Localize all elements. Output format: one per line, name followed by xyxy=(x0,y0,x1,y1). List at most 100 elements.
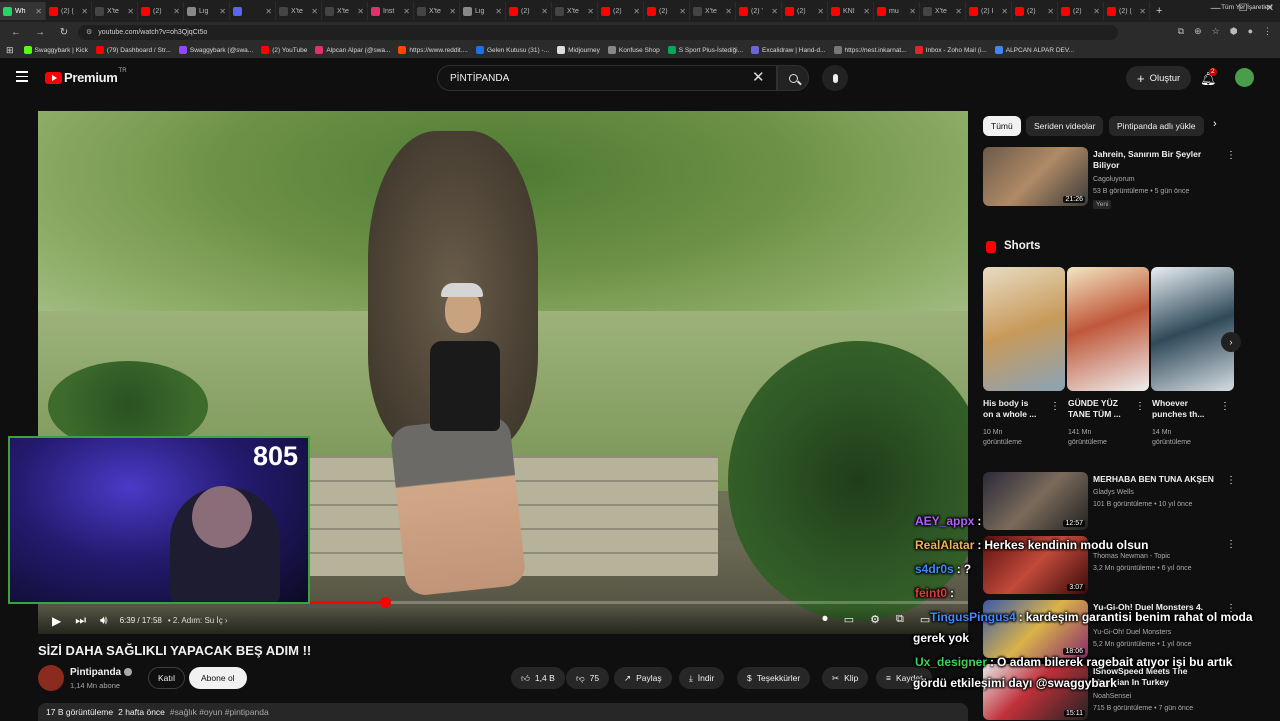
search-button[interactable] xyxy=(777,65,809,91)
bookmark-item[interactable]: S Sport Plus-İstediği... xyxy=(667,46,743,54)
bookmark-item[interactable]: ALPCAN ALPAR DEV... xyxy=(994,46,1074,54)
tab-close-icon[interactable]: ✕ xyxy=(311,7,318,16)
browser-tab[interactable]: X'te ✕ xyxy=(552,2,598,20)
account-avatar[interactable] xyxy=(1235,68,1254,87)
minimize-icon[interactable]: — xyxy=(1211,3,1221,14)
download-button[interactable]: ⤓ İndir xyxy=(679,667,725,689)
browser-tab[interactable]: ✕ xyxy=(230,2,276,20)
bookmark-item[interactable]: Midjourney xyxy=(557,46,600,54)
short-title-2[interactable]: GÜNDE YÜZ TANE TÜM ... xyxy=(1068,398,1121,420)
bookmark-star-icon[interactable]: ☆ xyxy=(1212,26,1220,37)
hamburger-menu-icon[interactable] xyxy=(16,71,28,83)
browser-tab[interactable]: (2) ✕ xyxy=(644,2,690,20)
browser-tab[interactable]: (2) ✕ xyxy=(138,2,184,20)
browser-tab[interactable]: Lig ✕ xyxy=(184,2,230,20)
related-title-1[interactable]: Jahrein, Sanırım Bir Şeyler Biliyor xyxy=(1093,149,1201,171)
tab-close-icon[interactable]: ✕ xyxy=(265,7,272,16)
browser-tab[interactable]: (2) ✕ xyxy=(1012,2,1058,20)
tab-close-icon[interactable]: ✕ xyxy=(127,7,134,16)
clip-button[interactable]: ✂ Klip xyxy=(822,667,869,689)
join-button[interactable]: Katıl xyxy=(148,667,186,689)
tab-close-icon[interactable]: ✕ xyxy=(817,7,824,16)
play-icon[interactable]: ▶ xyxy=(52,614,61,628)
bookmark-item[interactable]: Swaggybark (@swa... xyxy=(178,46,253,54)
tab-close-icon[interactable]: ✕ xyxy=(633,7,640,16)
create-button[interactable]: + Oluştur xyxy=(1126,66,1192,90)
tab-close-icon[interactable]: ✕ xyxy=(863,7,870,16)
bookmark-item[interactable]: Konfuse Shop xyxy=(607,46,660,54)
bookmark-item[interactable]: https://www.reddit.... xyxy=(398,46,468,54)
reload-icon[interactable]: ↻ xyxy=(56,27,72,38)
related-thumb-1[interactable]: 21:26 xyxy=(983,147,1088,206)
browser-tab[interactable]: (2) ✕ xyxy=(506,2,552,20)
tab-close-icon[interactable]: ✕ xyxy=(173,7,180,16)
channel-avatar[interactable] xyxy=(38,665,64,691)
browser-tab[interactable]: (2) (✕ xyxy=(46,2,92,20)
related-thumb-5[interactable]: 15:11 xyxy=(983,664,1088,720)
tab-close-icon[interactable]: ✕ xyxy=(955,7,962,16)
tab-close-icon[interactable]: ✕ xyxy=(449,7,456,16)
extensions-icon[interactable]: ⬢ xyxy=(1230,26,1238,37)
tab-close-icon[interactable]: ✕ xyxy=(587,7,594,16)
like-button[interactable]: 👍︎ 1,4 B xyxy=(511,667,565,689)
subtitles-icon[interactable]: ▭ xyxy=(844,613,854,626)
browser-tab[interactable]: X'te ✕ xyxy=(414,2,460,20)
settings-icon[interactable]: ⚙ xyxy=(870,613,880,626)
more-options-icon[interactable]: ⋮ xyxy=(1226,150,1236,161)
tab-close-icon[interactable]: ✕ xyxy=(1093,7,1100,16)
related-channel-4[interactable]: Yu-Gi-Oh! Duel Monsters xyxy=(1093,628,1171,638)
tab-close-icon[interactable]: ✕ xyxy=(909,7,916,16)
shorts-next-button[interactable]: › xyxy=(1221,332,1241,352)
related-channel-1[interactable]: Cagoluyorum xyxy=(1093,175,1135,185)
bookmark-item[interactable]: Swaggybark | Kick xyxy=(23,46,88,54)
youtube-logo[interactable]: Premium TR xyxy=(45,68,127,85)
browser-tab[interactable]: mu ✕ xyxy=(874,2,920,20)
chip-channel-uploads[interactable]: Pintipanda adlı yükle xyxy=(1109,116,1204,136)
chevron-right-icon[interactable]: › xyxy=(1213,118,1217,130)
subscribe-button[interactable]: Abone ol xyxy=(189,667,247,689)
browser-tab[interactable]: Lig ✕ xyxy=(460,2,506,20)
browser-menu-icon[interactable]: ⋮ xyxy=(1263,26,1272,37)
tab-close-icon[interactable]: ✕ xyxy=(35,7,42,16)
tab-close-icon[interactable]: ✕ xyxy=(1001,7,1008,16)
search-input[interactable]: PİNTİPANDA xyxy=(437,65,777,91)
next-icon[interactable]: ⏭ xyxy=(75,613,86,628)
volume-icon[interactable]: 🔊︎ xyxy=(100,613,108,628)
tab-close-icon[interactable]: ✕ xyxy=(679,7,686,16)
short-title-1[interactable]: His body is on a whole ... xyxy=(983,398,1036,420)
bookmark-item[interactable]: Excalidraw | Hand-d... xyxy=(751,46,826,54)
browser-tab[interactable]: (2) ✕ xyxy=(782,2,828,20)
share-button[interactable]: ↗ Paylaş xyxy=(614,667,672,689)
more-options-icon[interactable]: ⋮ xyxy=(1226,539,1236,550)
all-bookmarks-button[interactable]: Tüm Yer İşaretleri xyxy=(1221,4,1272,11)
tab-close-icon[interactable]: ✕ xyxy=(1139,7,1146,16)
tab-close-icon[interactable]: ✕ xyxy=(495,7,502,16)
browser-tab[interactable]: KNI ✕ xyxy=(828,2,874,20)
new-tab-button[interactable]: + xyxy=(1156,5,1162,17)
back-icon[interactable]: ← xyxy=(8,27,24,38)
tab-close-icon[interactable]: ✕ xyxy=(357,7,364,16)
install-icon[interactable]: ⧉ xyxy=(1178,26,1184,37)
related-thumb-4[interactable]: 18:06 xyxy=(983,600,1088,658)
bookmark-item[interactable]: Inbox - Zoho Mail (i... xyxy=(914,46,987,54)
bookmark-item[interactable]: https://nest.inkarnat... xyxy=(833,46,907,54)
apps-icon[interactable]: ⊞ xyxy=(6,45,14,56)
browser-tab[interactable]: (2) I ✕ xyxy=(966,2,1012,20)
autoplay-toggle-icon[interactable]: ⏺ xyxy=(822,613,828,626)
url-field[interactable]: ⚙ youtube.com/watch?v=oh3QjqCt5o xyxy=(78,24,1118,40)
browser-tab[interactable]: (2) ✕ xyxy=(598,2,644,20)
related-channel-3[interactable]: Thomas Newman - Topic xyxy=(1093,552,1170,562)
browser-tab[interactable]: X'te ✕ xyxy=(322,2,368,20)
tab-close-icon[interactable]: ✕ xyxy=(1047,7,1054,16)
more-options-icon[interactable]: ⋮ xyxy=(1050,401,1060,412)
tab-close-icon[interactable]: ✕ xyxy=(725,7,732,16)
short-thumb-3[interactable] xyxy=(1151,267,1234,391)
browser-tab[interactable]: X'te ✕ xyxy=(276,2,322,20)
theater-icon[interactable]: ▭ xyxy=(920,613,930,626)
related-thumb-2[interactable]: 12:57 xyxy=(983,472,1088,530)
hashtags[interactable]: #sağlık #oyun #pintipanda xyxy=(170,707,269,717)
zoom-icon[interactable]: ⊕ xyxy=(1194,26,1202,37)
browser-tab[interactable]: İnst ✕ xyxy=(368,2,414,20)
description-box[interactable]: 17 B görüntüleme 2 hafta önce #sağlık #o… xyxy=(38,703,968,721)
dislike-button[interactable]: 👎︎ 75 xyxy=(566,667,610,689)
